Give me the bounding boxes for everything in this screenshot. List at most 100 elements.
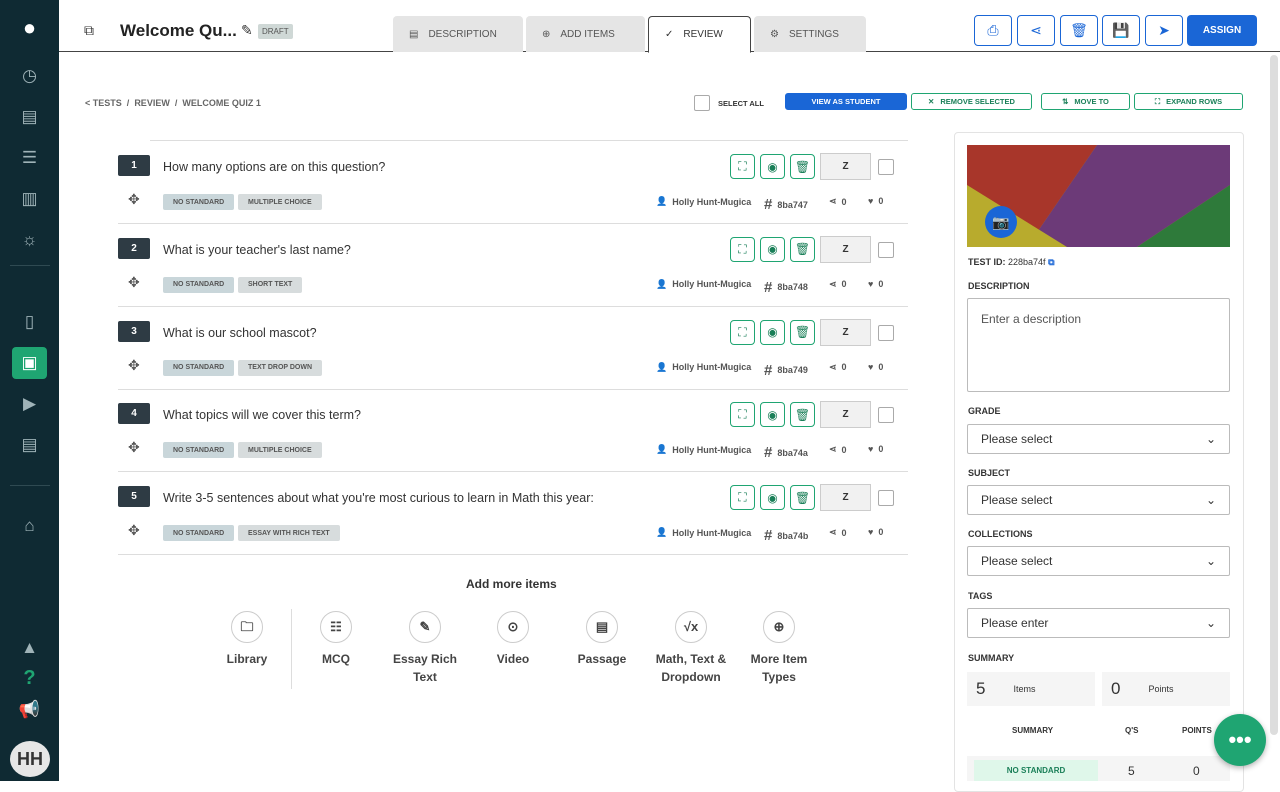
marketplace-icon[interactable]: ⌂ [12, 510, 47, 542]
author: 👤 Holly Hunt-Mugica [656, 527, 751, 538]
add-item-pen[interactable]: ✎ Essay Rich Text [385, 611, 465, 686]
preview-button[interactable]: ◉ [760, 485, 785, 511]
question-checkbox[interactable] [878, 407, 894, 424]
breadcrumb-review[interactable]: REVIEW [134, 98, 170, 108]
tab-review[interactable]: ✓ REVIEW [648, 16, 751, 53]
question-text[interactable]: How many options are on this question? [163, 160, 385, 174]
preview-button[interactable]: ◉ [760, 319, 785, 345]
expand-question-button[interactable]: ⛶ [730, 402, 755, 428]
delete-button[interactable]: 🗑 [1060, 15, 1098, 46]
question-text[interactable]: What is your teacher's last name? [163, 243, 351, 257]
camera-icon[interactable]: 📷 [985, 206, 1017, 238]
chevron-down-icon: ⌄ [1205, 554, 1216, 568]
tags-select[interactable]: Please enter ⌄ [967, 608, 1230, 638]
question-checkbox[interactable] [878, 241, 894, 258]
expand-question-button[interactable]: ⛶ [730, 319, 755, 345]
question-checkbox[interactable] [878, 490, 894, 507]
add-circle-icon: ⊕ [542, 28, 551, 40]
add-item-list[interactable]: ☷ MCQ [296, 611, 376, 668]
expand-icon: ⛶ [738, 241, 747, 256]
question-checkbox[interactable] [878, 324, 894, 341]
item-bank-icon[interactable]: ▯ [12, 306, 47, 338]
add-item-sqrt[interactable]: √x Math, Text & Dropdown [651, 611, 731, 686]
doc-icon: ▤ [586, 611, 618, 643]
rocket-icon[interactable]: ▲ [12, 632, 47, 664]
playlists-icon[interactable]: ▤ [12, 429, 47, 461]
delete-question-button[interactable]: 🗑 [790, 485, 815, 511]
logo-icon[interactable]: ● [12, 12, 47, 44]
question-text[interactable]: What topics will we cover this term? [163, 408, 361, 422]
avatar[interactable]: HH [10, 741, 50, 777]
drag-handle-icon[interactable]: ✥ [128, 357, 140, 374]
points-input[interactable]: Z [820, 235, 871, 263]
expand-question-button[interactable]: ⛶ [730, 485, 755, 511]
print-button[interactable]: ⎙ [974, 15, 1012, 46]
expand-question-button[interactable]: ⛶ [730, 236, 755, 262]
tab-description[interactable]: ▤ DESCRIPTION [393, 16, 523, 52]
videos-icon[interactable]: ▶ [12, 388, 47, 420]
delete-question-button[interactable]: 🗑 [790, 402, 815, 428]
remove-selected-button[interactable]: ✕ REMOVE SELECTED [911, 93, 1032, 110]
collections-select[interactable]: Please select ⌄ [967, 546, 1230, 576]
play-icon: ⊙ [497, 611, 529, 643]
reports-icon[interactable]: ▥ [12, 183, 47, 215]
edit-title-icon[interactable]: ✎ [241, 22, 253, 39]
assignments-icon[interactable]: ▤ [12, 101, 47, 133]
standard-tag: NO STANDARD [163, 442, 235, 459]
question-text[interactable]: What is our school mascot? [163, 326, 317, 340]
add-item-doc[interactable]: ▤ Passage [562, 611, 642, 668]
add-item-plus[interactable]: ⊕ More Item Types [739, 611, 819, 686]
question-checkbox[interactable] [878, 159, 894, 175]
delete-question-button[interactable]: 🗑 [790, 236, 815, 262]
breadcrumb-tests[interactable]: < TESTS [85, 98, 122, 108]
points-input[interactable]: Z [820, 153, 871, 180]
announcement-icon[interactable]: 📢 [12, 694, 47, 726]
select-all-checkbox[interactable] [694, 95, 710, 111]
move-to-button[interactable]: ⇅ MOVE TO [1041, 93, 1130, 110]
drag-handle-icon[interactable]: ✥ [128, 191, 140, 208]
assign-button[interactable]: ASSIGN [1187, 15, 1257, 46]
tab-add-items[interactable]: ⊕ ADD ITEMS [526, 16, 645, 52]
grade-select[interactable]: Please select ⌄ [967, 424, 1230, 454]
scrollbar[interactable] [1270, 55, 1278, 735]
chat-button[interactable]: ••• [1214, 714, 1266, 766]
question-row: 1 How many options are on this question?… [118, 141, 908, 224]
publish-button[interactable]: ➤ [1145, 15, 1183, 46]
view-as-student-button[interactable]: VIEW AS STUDENT [785, 93, 907, 110]
drag-handle-icon[interactable]: ✥ [128, 439, 140, 456]
points-input[interactable]: Z [820, 484, 871, 512]
expand-rows-button[interactable]: ⛶ EXPAND ROWS [1134, 93, 1243, 110]
share-button[interactable]: ⋖ [1017, 15, 1055, 46]
insights-icon[interactable]: ☼ [12, 224, 47, 256]
playlist-icon[interactable]: ☰ [12, 142, 47, 174]
preview-button[interactable]: ◉ [760, 402, 785, 428]
save-icon: 💾 [1112, 22, 1130, 38]
description-input[interactable]: Enter a description [967, 298, 1230, 392]
likes[interactable]: ♥ 0 [868, 362, 883, 372]
description-icon: ▤ [409, 28, 419, 40]
tab-settings[interactable]: ⚙ SETTINGS [754, 16, 866, 52]
preview-button[interactable]: ◉ [760, 236, 785, 262]
points-input[interactable]: Z [820, 318, 871, 346]
drag-handle-icon[interactable]: ✥ [128, 522, 140, 539]
add-item-play[interactable]: ⊙ Video [473, 611, 553, 668]
subject-select[interactable]: Please select ⌄ [967, 485, 1230, 515]
likes[interactable]: ♥ 0 [868, 196, 883, 206]
drag-handle-icon[interactable]: ✥ [128, 274, 140, 291]
item-id-value: 8ba747 [777, 199, 808, 210]
question-text[interactable]: Write 3-5 sentences about what you're mo… [163, 491, 594, 505]
copy-icon[interactable]: ⧉ [1048, 257, 1054, 267]
likes[interactable]: ♥ 0 [868, 279, 883, 289]
points-input[interactable]: Z [820, 401, 871, 429]
help-icon[interactable]: ? [12, 662, 47, 694]
delete-question-button[interactable]: 🗑 [790, 319, 815, 345]
tests-icon[interactable]: ▣ [12, 347, 47, 379]
expand-question-button[interactable]: ⛶ [730, 154, 755, 179]
dashboard-icon[interactable]: ◷ [12, 60, 47, 92]
likes[interactable]: ♥ 0 [868, 444, 883, 454]
preview-button[interactable]: ◉ [760, 154, 785, 179]
likes[interactable]: ♥ 0 [868, 527, 883, 537]
save-button[interactable]: 💾 [1102, 15, 1140, 46]
delete-question-button[interactable]: 🗑 [790, 154, 815, 179]
add-item-folder[interactable]: 🗀 Library [207, 611, 287, 668]
